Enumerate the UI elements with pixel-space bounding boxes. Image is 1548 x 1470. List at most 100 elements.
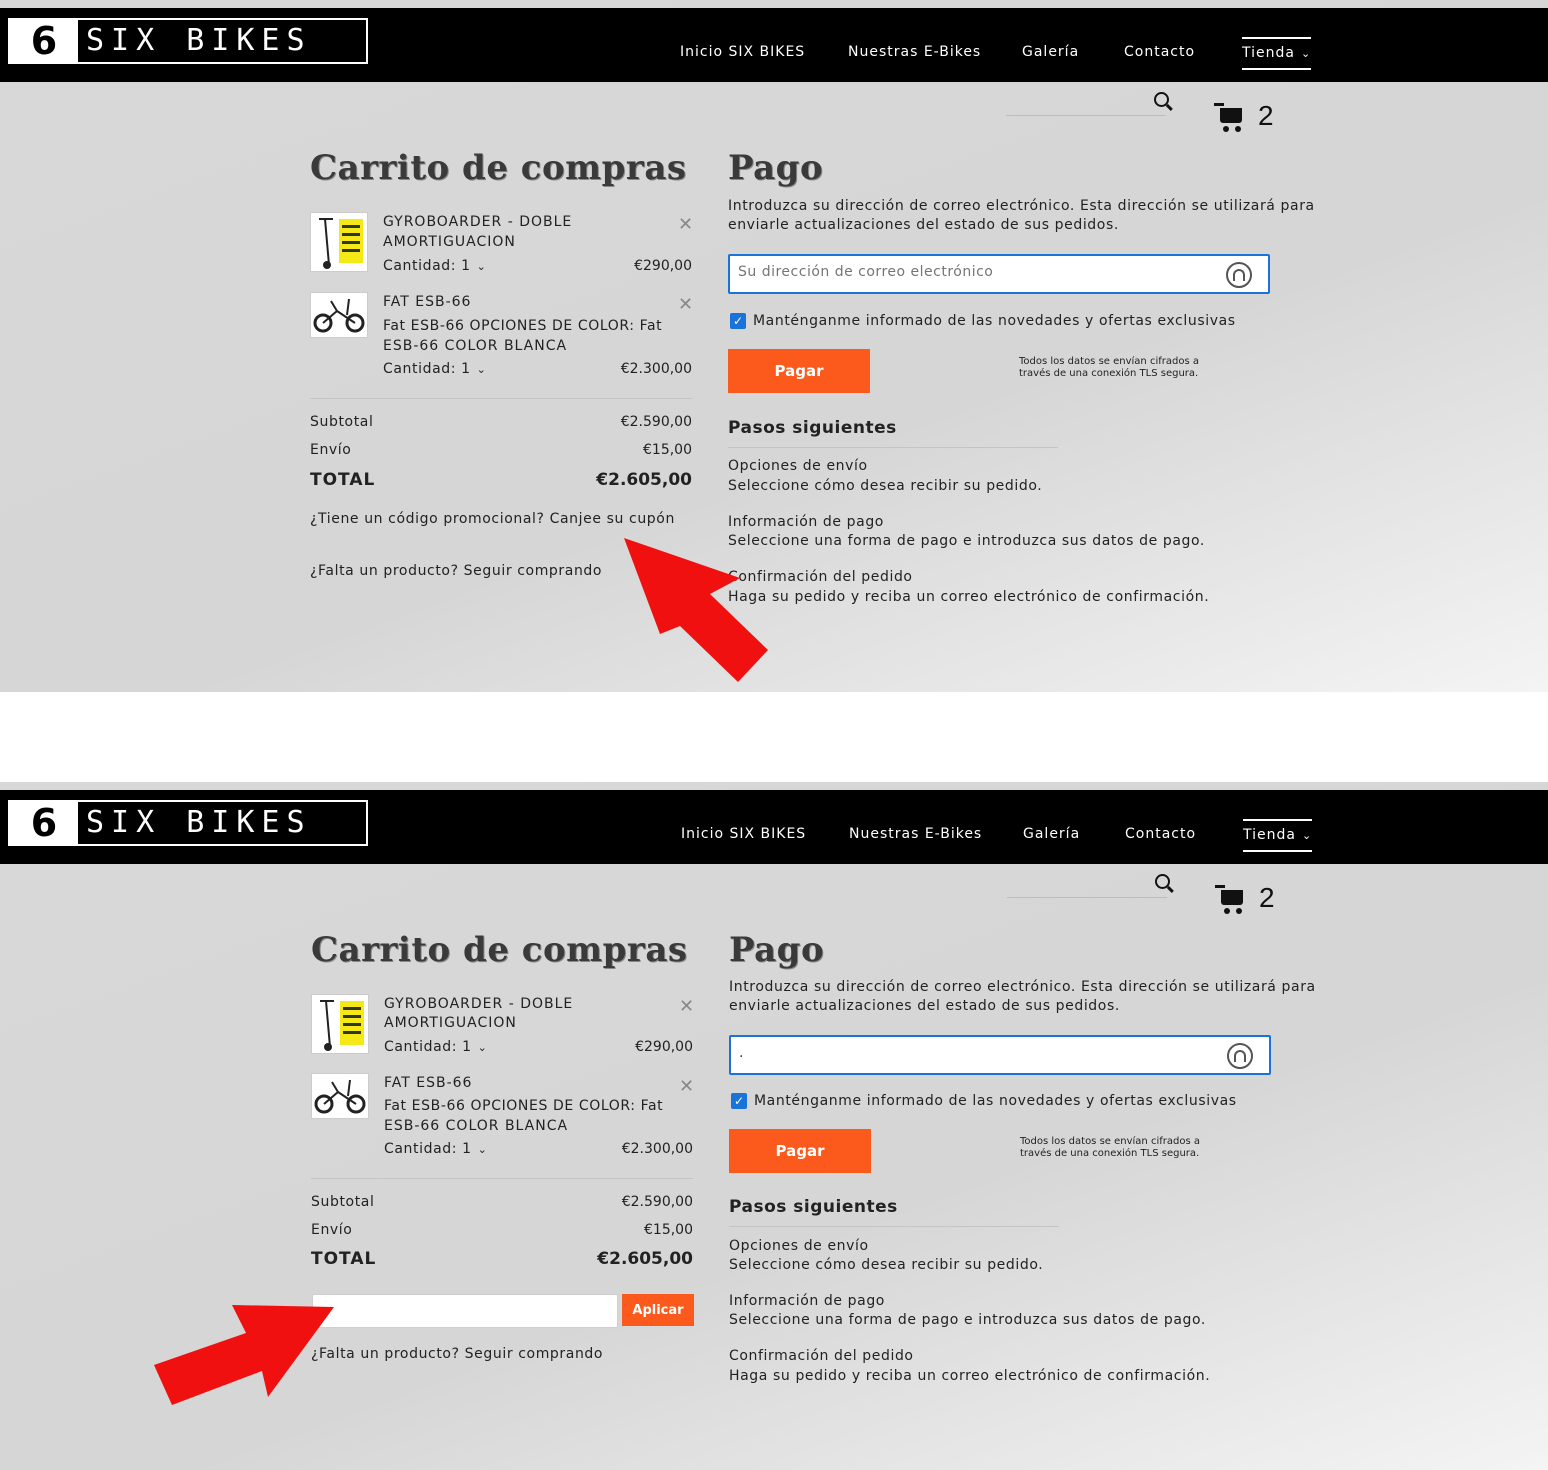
- newsletter-label: Manténganme informado de las novedades y…: [754, 1093, 1237, 1109]
- subtotal-label: Subtotal: [310, 414, 374, 430]
- search-field-underline[interactable]: [1007, 897, 1167, 898]
- search-icon[interactable]: [1154, 92, 1169, 107]
- top-navigation-bar: 6 SIX BIKES Inicio SIX BIKES Nuestras E-…: [0, 790, 1548, 864]
- product-image-fat-esb66[interactable]: [310, 292, 368, 338]
- step-3-desc: Haga su pedido y reciba un correo electr…: [729, 1368, 1211, 1384]
- cart-icon-wheel: [1235, 126, 1241, 132]
- shipping-label: Envío: [310, 442, 352, 458]
- nav-link-galeria[interactable]: Galería: [1023, 826, 1080, 842]
- screenshot-panel-before: 6 SIX BIKES Inicio SIX BIKES Nuestras E-…: [0, 0, 1548, 692]
- nav-link-inicio[interactable]: Inicio SIX BIKES: [681, 826, 806, 842]
- email-field[interactable]: [736, 263, 1210, 281]
- item-1-quantity-label: Cantidad: 1: [384, 1039, 472, 1055]
- newsletter-checkbox[interactable]: ✓: [730, 313, 746, 329]
- nav-link-contacto[interactable]: Contacto: [1124, 44, 1195, 60]
- product-image-gyroboarder[interactable]: [310, 212, 368, 272]
- shipping-value: €15,00: [643, 442, 692, 458]
- cart-title: Carrito de compras: [310, 148, 687, 188]
- cart-count: 2: [1259, 882, 1275, 913]
- logo-number: 6: [10, 802, 78, 844]
- item-2-price: €2.300,00: [621, 1141, 693, 1157]
- total-value: €2.605,00: [597, 1249, 693, 1269]
- nav-link-tienda[interactable]: Tienda ⌄: [1242, 37, 1312, 70]
- logo-text: SIX BIKES: [86, 23, 312, 58]
- item-1-name-line1: GYROBOARDER - DOBLE: [384, 996, 574, 1012]
- chevron-down-icon: ⌄: [477, 1143, 488, 1156]
- nav-link-contacto[interactable]: Contacto: [1125, 826, 1196, 842]
- step-3-title: Confirmación del pedido: [729, 1348, 914, 1364]
- item-2-option-line2: ESB-66 COLOR BLANCA: [384, 1118, 569, 1134]
- step-2-desc: Seleccione una forma de pago e introduzc…: [729, 1312, 1206, 1328]
- item-2-quantity-select[interactable]: Cantidad: 1 ⌄: [384, 1141, 487, 1157]
- promo-code-link[interactable]: ¿Tiene un código promocional? Canjee su …: [310, 511, 675, 527]
- secure-connection-note: Todos los datos se envían cifrados a tra…: [1020, 1136, 1220, 1160]
- secure-line-1: Todos los datos se envían cifrados a: [1020, 1136, 1200, 1147]
- cart-count: 2: [1258, 100, 1274, 131]
- pay-button[interactable]: Pagar: [729, 1129, 871, 1173]
- fingerprint-icon[interactable]: [1227, 1043, 1253, 1069]
- site-logo[interactable]: 6 SIX BIKES: [8, 18, 368, 64]
- next-steps-title: Pasos siguientes: [728, 418, 897, 438]
- step-2-title: Información de pago: [729, 1293, 885, 1309]
- cart-icon: [1214, 103, 1242, 123]
- cart-title: Carrito de compras: [311, 930, 688, 970]
- cart-divider: [311, 1178, 693, 1179]
- cart-icon-wheel: [1223, 126, 1229, 132]
- pay-button[interactable]: Pagar: [728, 349, 870, 393]
- item-1-quantity-select[interactable]: Cantidad: 1 ⌄: [383, 258, 486, 274]
- item-1-name-line1: GYROBOARDER - DOBLE: [383, 214, 573, 230]
- search-icon[interactable]: [1155, 874, 1170, 889]
- item-1-quantity-select[interactable]: Cantidad: 1 ⌄: [384, 1039, 487, 1055]
- fingerprint-icon[interactable]: [1226, 262, 1252, 288]
- chevron-down-icon: ⌄: [477, 1041, 488, 1054]
- nav-link-ebikes[interactable]: Nuestras E-Bikes: [848, 44, 981, 60]
- scooter-thumbnail: [320, 1000, 364, 1051]
- continue-shopping-link[interactable]: ¿Falta un producto? Seguir comprando: [310, 563, 602, 579]
- nav-tienda-label: Tienda: [1243, 827, 1296, 843]
- remove-item-2-close-icon[interactable]: ✕: [678, 294, 693, 315]
- next-steps-title: Pasos siguientes: [729, 1197, 898, 1217]
- nav-link-inicio[interactable]: Inicio SIX BIKES: [680, 44, 805, 60]
- total-label: TOTAL: [310, 470, 376, 490]
- subtotal-value: €2.590,00: [620, 414, 692, 430]
- item-2-option-line1: Fat ESB-66 OPCIONES DE COLOR: Fat: [384, 1098, 664, 1114]
- item-2-quantity-select[interactable]: Cantidad: 1 ⌄: [383, 361, 486, 377]
- logo-number: 6: [10, 20, 78, 62]
- screenshot-panel-after: 6 SIX BIKES Inicio SIX BIKES Nuestras E-…: [0, 782, 1548, 1470]
- apply-coupon-button[interactable]: Aplicar: [622, 1294, 694, 1326]
- step-1-desc: Seleccione cómo desea recibir su pedido.: [728, 478, 1043, 494]
- coupon-code-input[interactable]: [312, 1294, 618, 1328]
- item-1-quantity-label: Cantidad: 1: [383, 258, 471, 274]
- search-field-underline[interactable]: [1006, 115, 1166, 116]
- step-1-title: Opciones de envío: [728, 458, 868, 474]
- product-image-gyroboarder[interactable]: [311, 994, 369, 1054]
- item-2-name: FAT ESB-66: [383, 294, 472, 310]
- email-field[interactable]: [737, 1044, 1211, 1062]
- total-label: TOTAL: [311, 1249, 377, 1269]
- newsletter-checkbox[interactable]: ✓: [731, 1093, 747, 1109]
- remove-item-1-close-icon[interactable]: ✕: [678, 214, 693, 235]
- shipping-value: €15,00: [644, 1222, 693, 1238]
- bike-thumbnail: [314, 1079, 366, 1114]
- nav-link-galeria[interactable]: Galería: [1022, 44, 1079, 60]
- nav-link-ebikes[interactable]: Nuestras E-Bikes: [849, 826, 982, 842]
- cart-divider: [310, 398, 692, 399]
- chevron-down-icon: ⌄: [476, 363, 487, 376]
- bike-thumbnail: [313, 298, 365, 333]
- product-image-fat-esb66[interactable]: [311, 1073, 369, 1119]
- remove-item-2-close-icon[interactable]: ✕: [679, 1076, 694, 1097]
- subtotal-value: €2.590,00: [621, 1194, 693, 1210]
- chevron-down-icon: ⌄: [476, 260, 487, 273]
- step-2-title: Información de pago: [728, 514, 884, 530]
- remove-item-1-close-icon[interactable]: ✕: [679, 996, 694, 1017]
- steps-divider: [728, 447, 1058, 448]
- logo-text: SIX BIKES: [86, 805, 312, 840]
- checkout-intro-line2: enviarle actualizaciones del estado de s…: [728, 217, 1119, 233]
- annotation-arrow-pointing-coupon-link: [624, 538, 768, 682]
- site-logo[interactable]: 6 SIX BIKES: [8, 800, 368, 846]
- item-1-name-line2: AMORTIGUACION: [384, 1015, 517, 1031]
- email-field-container: [729, 1035, 1271, 1075]
- nav-link-tienda[interactable]: Tienda ⌄: [1243, 819, 1313, 852]
- item-1-name-line2: AMORTIGUACION: [383, 234, 516, 250]
- continue-shopping-link[interactable]: ¿Falta un producto? Seguir comprando: [311, 1346, 603, 1362]
